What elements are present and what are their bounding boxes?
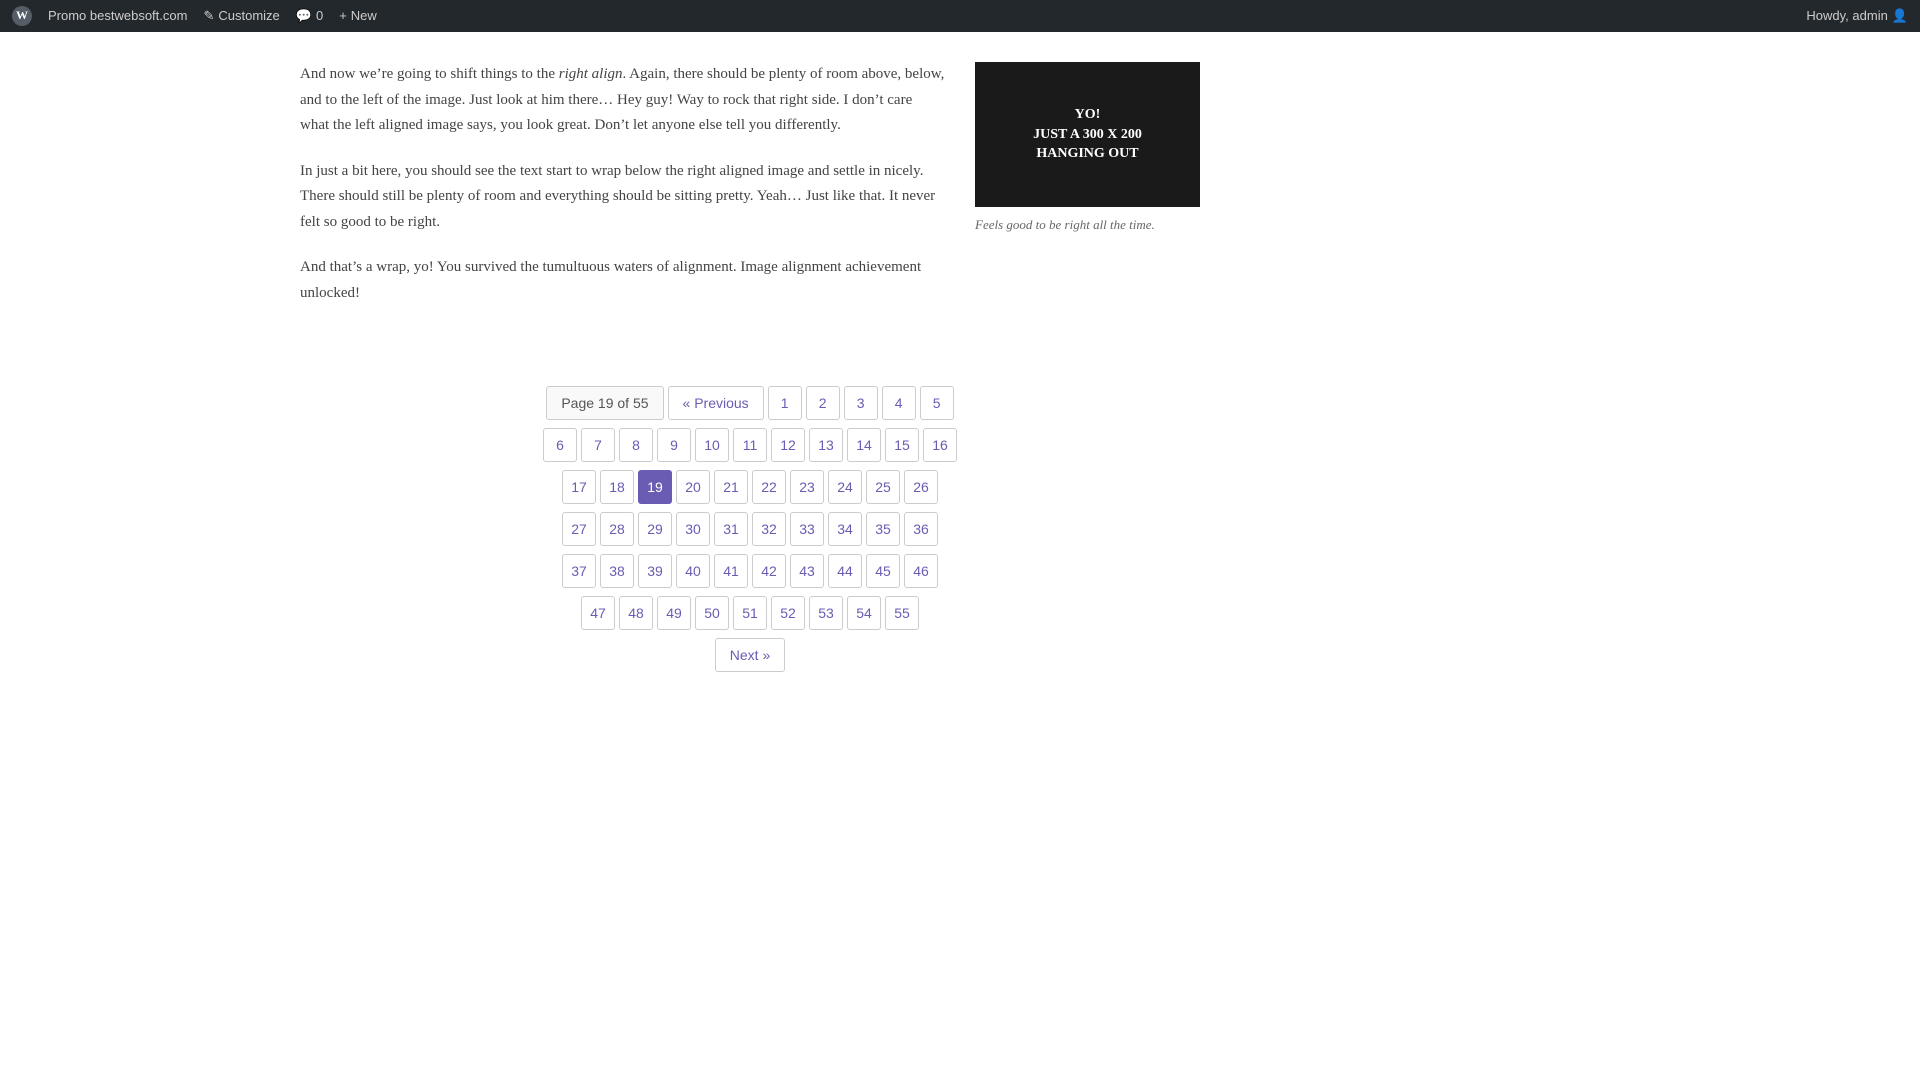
page-53[interactable]: 53	[809, 596, 843, 630]
content-wrap: YO! JUST A 300 X 200 HANGING OUT Feels g…	[260, 32, 1660, 702]
page-9[interactable]: 9	[657, 428, 691, 462]
page-12[interactable]: 12	[771, 428, 805, 462]
page-10[interactable]: 10	[695, 428, 729, 462]
page-3[interactable]: 3	[844, 386, 878, 420]
pagination-row-next: Next »	[715, 638, 785, 672]
page-41[interactable]: 41	[714, 554, 748, 588]
page-28[interactable]: 28	[600, 512, 634, 546]
page-13[interactable]: 13	[809, 428, 843, 462]
figure-right: YO! JUST A 300 X 200 HANGING OUT Feels g…	[975, 62, 1200, 236]
page-20[interactable]: 20	[676, 470, 710, 504]
admin-bar-right: Howdy, admin 👤	[1806, 6, 1908, 27]
page-35[interactable]: 35	[866, 512, 900, 546]
page-11[interactable]: 11	[733, 428, 767, 462]
pagination: Page 19 of 55 « Previous 1 2 3 4 5 6 7 8…	[300, 366, 1200, 672]
page-21[interactable]: 21	[714, 470, 748, 504]
comments-link[interactable]: 💬 0	[296, 6, 323, 27]
page-1[interactable]: 1	[768, 386, 802, 420]
customize-link[interactable]: ✎ Customize	[203, 6, 279, 27]
pagination-row-5: 37 38 39 40 41 42 43 44 45 46	[562, 554, 938, 588]
page-8[interactable]: 8	[619, 428, 653, 462]
page-46[interactable]: 46	[904, 554, 938, 588]
page-50[interactable]: 50	[695, 596, 729, 630]
page-wrapper: YO! JUST A 300 X 200 HANGING OUT Feels g…	[0, 32, 1920, 1080]
site-link[interactable]: Promo bestwebsoft.com	[48, 6, 187, 27]
howdy-label[interactable]: Howdy, admin 👤	[1806, 6, 1908, 27]
next-button[interactable]: Next »	[715, 638, 785, 672]
page-45[interactable]: 45	[866, 554, 900, 588]
page-43[interactable]: 43	[790, 554, 824, 588]
page-24[interactable]: 24	[828, 470, 862, 504]
page-38[interactable]: 38	[600, 554, 634, 588]
article-body: YO! JUST A 300 X 200 HANGING OUT Feels g…	[300, 62, 1200, 326]
page-label: Page 19 of 55	[546, 386, 663, 420]
pagination-row-3: 17 18 19 20 21 22 23 24 25 26	[562, 470, 938, 504]
page-33[interactable]: 33	[790, 512, 824, 546]
page-19-current: 19	[638, 470, 672, 504]
italic-text: right align	[559, 66, 623, 82]
wp-logo-icon[interactable]: W	[12, 6, 32, 26]
page-34[interactable]: 34	[828, 512, 862, 546]
page-16[interactable]: 16	[923, 428, 957, 462]
pagination-row-2: 6 7 8 9 10 11 12 13 14 15 16	[543, 428, 957, 462]
image-text-line1: YO!	[1075, 105, 1101, 125]
new-label: New	[351, 6, 377, 27]
admin-avatar: 👤	[1892, 6, 1908, 27]
page-49[interactable]: 49	[657, 596, 691, 630]
page-39[interactable]: 39	[638, 554, 672, 588]
page-40[interactable]: 40	[676, 554, 710, 588]
customize-icon: ✎	[203, 6, 214, 27]
page-48[interactable]: 48	[619, 596, 653, 630]
page-4[interactable]: 4	[882, 386, 916, 420]
pagination-row-1: Page 19 of 55 « Previous 1 2 3 4 5	[546, 386, 953, 420]
customize-label: Customize	[218, 6, 279, 27]
page-25[interactable]: 25	[866, 470, 900, 504]
page-7[interactable]: 7	[581, 428, 615, 462]
page-36[interactable]: 36	[904, 512, 938, 546]
page-26[interactable]: 26	[904, 470, 938, 504]
page-18[interactable]: 18	[600, 470, 634, 504]
page-54[interactable]: 54	[847, 596, 881, 630]
previous-button[interactable]: « Previous	[668, 386, 764, 420]
page-47[interactable]: 47	[581, 596, 615, 630]
admin-bar: W Promo bestwebsoft.com ✎ Customize 💬 0 …	[0, 0, 1920, 32]
page-14[interactable]: 14	[847, 428, 881, 462]
image-text-line3: HANGING OUT	[1036, 144, 1138, 164]
site-link-label: Promo bestwebsoft.com	[48, 6, 187, 27]
page-17[interactable]: 17	[562, 470, 596, 504]
page-32[interactable]: 32	[752, 512, 786, 546]
article-paragraph-3: And that’s a wrap, yo! You survived the …	[300, 255, 1200, 306]
pagination-row-4: 27 28 29 30 31 32 33 34 35 36	[562, 512, 938, 546]
page-5[interactable]: 5	[920, 386, 954, 420]
sidebar	[1240, 62, 1500, 672]
comments-count: 0	[316, 6, 323, 27]
page-15[interactable]: 15	[885, 428, 919, 462]
page-42[interactable]: 42	[752, 554, 786, 588]
page-27[interactable]: 27	[562, 512, 596, 546]
page-37[interactable]: 37	[562, 554, 596, 588]
new-link[interactable]: + New	[339, 6, 377, 27]
page-31[interactable]: 31	[714, 512, 748, 546]
page-55[interactable]: 55	[885, 596, 919, 630]
image-text-line2: JUST A 300 X 200	[1033, 125, 1142, 145]
page-51[interactable]: 51	[733, 596, 767, 630]
page-2[interactable]: 2	[806, 386, 840, 420]
page-6[interactable]: 6	[543, 428, 577, 462]
comments-icon: 💬	[296, 6, 312, 27]
page-30[interactable]: 30	[676, 512, 710, 546]
page-52[interactable]: 52	[771, 596, 805, 630]
page-29[interactable]: 29	[638, 512, 672, 546]
page-44[interactable]: 44	[828, 554, 862, 588]
page-23[interactable]: 23	[790, 470, 824, 504]
figure-caption: Feels good to be right all the time.	[975, 215, 1200, 236]
pagination-row-6: 47 48 49 50 51 52 53 54 55	[581, 596, 919, 630]
image-placeholder: YO! JUST A 300 X 200 HANGING OUT	[975, 62, 1200, 207]
page-22[interactable]: 22	[752, 470, 786, 504]
new-icon: +	[339, 6, 347, 27]
main-content: YO! JUST A 300 X 200 HANGING OUT Feels g…	[300, 62, 1200, 672]
